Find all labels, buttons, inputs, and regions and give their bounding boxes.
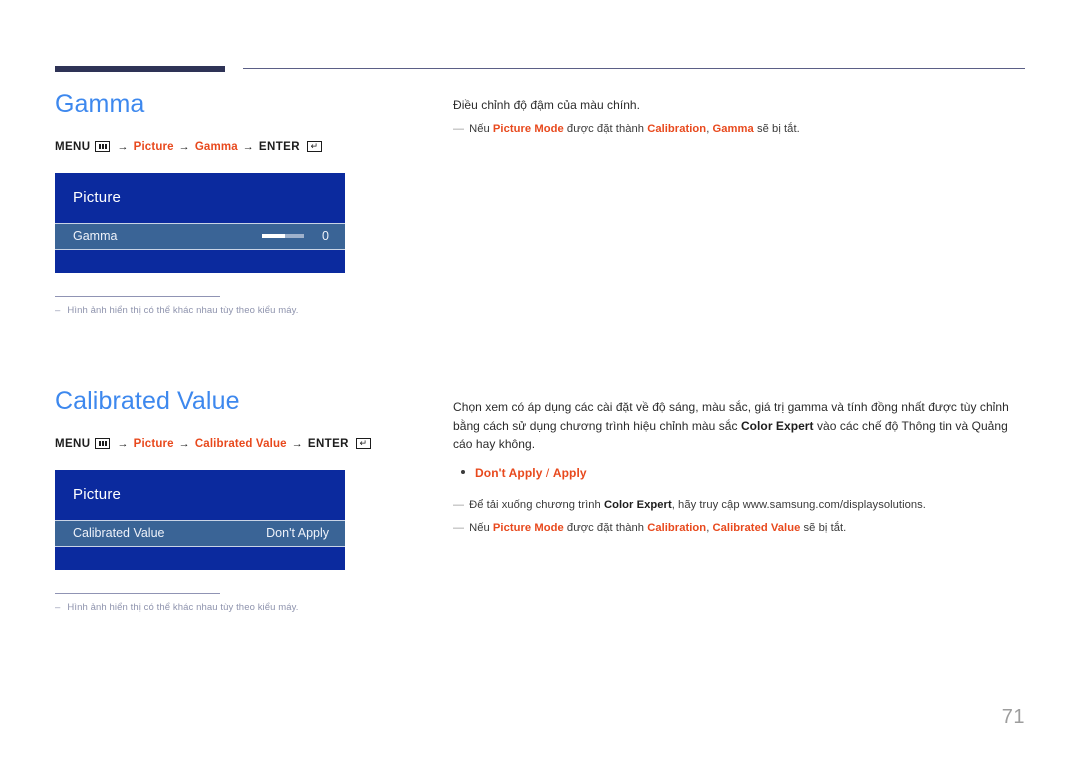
osd-picture-menu-gamma: Picture Gamma 0 bbox=[55, 172, 345, 273]
osd-row-value: 0 bbox=[322, 229, 329, 244]
calibrated-note-2-text: Nếu Picture Mode được đặt thành Calibrat… bbox=[469, 522, 847, 535]
gamma-note-1-text: Nếu Picture Mode được đặt thành Calibrat… bbox=[469, 122, 800, 135]
osd-row-label: Gamma bbox=[73, 229, 118, 244]
osd-title: Picture bbox=[73, 485, 122, 503]
menu-bars-icon bbox=[95, 438, 111, 450]
osd-note-gamma: ‒ Hình ảnh hiển thị có thể khác nhau tùy… bbox=[55, 295, 435, 316]
arrow-icon-3: → bbox=[291, 437, 303, 450]
page-title-gamma: Gamma bbox=[55, 90, 145, 118]
menu-path-gamma: MENU → Picture → Gamma → ENTER ↵ bbox=[55, 141, 435, 153]
calibrated-note-2: — Nếu Picture Mode được đặt thành Calibr… bbox=[453, 520, 1028, 537]
note-divider bbox=[55, 592, 220, 594]
note-divider bbox=[55, 295, 220, 297]
option-separator: / bbox=[542, 465, 553, 480]
calibrated-note-1: — Để tải xuống chương trình Color Expert… bbox=[453, 497, 1028, 514]
enter-return-icon: ↵ bbox=[306, 141, 322, 153]
osd-title: Picture bbox=[73, 188, 122, 206]
calibrated-description: Chọn xem có áp dụng các cài đặt về độ sá… bbox=[453, 400, 1009, 452]
note-text-row: ‒ Hình ảnh hiển thị có thể khác nhau tùy… bbox=[55, 305, 435, 316]
header-rule bbox=[243, 68, 1025, 69]
arrow-icon-1: → bbox=[117, 437, 129, 450]
menu-step-picture: Picture bbox=[133, 140, 174, 153]
menu-step-calibrated-value: Calibrated Value bbox=[194, 437, 287, 450]
note-dash-icon: — bbox=[453, 122, 465, 135]
section-gamma-left: Gamma MENU → Picture → Gamma → ENTER ↵ P… bbox=[55, 90, 435, 316]
gamma-note-1: — Nếu Picture Mode được đặt thành Calibr… bbox=[453, 121, 1028, 138]
calibrated-notes: — Để tải xuống chương trình Color Expert… bbox=[453, 497, 1028, 538]
osd-row-calibrated-value[interactable]: Calibrated Value Don't Apply bbox=[55, 519, 345, 547]
note-text: Hình ảnh hiển thị có thể khác nhau tùy t… bbox=[67, 601, 299, 613]
manual-page: Gamma MENU → Picture → Gamma → ENTER ↵ P… bbox=[0, 0, 1080, 763]
osd-note-calibrated: ‒ Hình ảnh hiển thị có thể khác nhau tùy… bbox=[55, 592, 435, 613]
arrow-icon-2: → bbox=[178, 437, 190, 450]
menu-bars-icon bbox=[95, 141, 111, 153]
enter-label: ENTER bbox=[258, 140, 300, 153]
option-dont-apply[interactable]: Don't Apply bbox=[475, 466, 543, 480]
note-text: Hình ảnh hiển thị có thể khác nhau tùy t… bbox=[67, 304, 299, 316]
note-text-row: ‒ Hình ảnh hiển thị có thể khác nhau tùy… bbox=[55, 602, 435, 613]
gamma-slider[interactable] bbox=[262, 234, 305, 239]
arrow-icon-2: → bbox=[178, 140, 190, 153]
section-calibrated-left: Calibrated Value MENU → Picture → Calibr… bbox=[55, 387, 435, 613]
arrow-icon-3: → bbox=[242, 140, 254, 153]
option-apply[interactable]: Apply bbox=[553, 466, 587, 480]
menu-label: MENU bbox=[55, 437, 91, 450]
menu-label: MENU bbox=[55, 140, 91, 153]
gamma-slider-fill bbox=[262, 234, 286, 239]
note-dash: ‒ bbox=[55, 304, 61, 316]
osd-row-label: Calibrated Value bbox=[73, 526, 165, 541]
calibrated-options-text: Don't Apply / Apply bbox=[475, 466, 587, 480]
osd-footer-band bbox=[55, 249, 345, 273]
note-dash: ‒ bbox=[55, 601, 61, 613]
section-gamma-right: Điều chỉnh độ đậm của màu chính. — Nếu P… bbox=[453, 96, 1028, 138]
osd-footer-band bbox=[55, 546, 345, 570]
menu-step-picture: Picture bbox=[133, 437, 174, 450]
osd-row-gamma[interactable]: Gamma 0 bbox=[55, 222, 345, 250]
menu-path-calibrated-value: MENU → Picture → Calibrated Value → ENTE… bbox=[55, 438, 435, 450]
osd-row-value: Don't Apply bbox=[266, 526, 329, 541]
menu-step-gamma: Gamma bbox=[194, 140, 238, 153]
header-accent-bar bbox=[55, 66, 225, 72]
enter-return-icon: ↵ bbox=[355, 438, 371, 450]
osd-picture-menu-calibrated: Picture Calibrated Value Don't Apply bbox=[55, 469, 345, 570]
page-number: 71 bbox=[1001, 706, 1025, 728]
enter-label: ENTER bbox=[307, 437, 349, 450]
note-dash-icon: — bbox=[453, 498, 465, 511]
section-calibrated-right: Chọn xem có áp dụng các cài đặt về độ sá… bbox=[453, 398, 1028, 538]
gamma-description: Điều chỉnh độ đậm của màu chính. bbox=[453, 98, 641, 112]
calibrated-note-1-text: Để tải xuống chương trình Color Expert, … bbox=[469, 498, 926, 511]
page-title-calibrated-value: Calibrated Value bbox=[55, 387, 240, 415]
note-dash-icon: — bbox=[453, 522, 465, 535]
arrow-icon-1: → bbox=[117, 140, 129, 153]
calibrated-options: Don't Apply / Apply bbox=[461, 466, 1028, 480]
bullet-icon bbox=[461, 469, 465, 474]
